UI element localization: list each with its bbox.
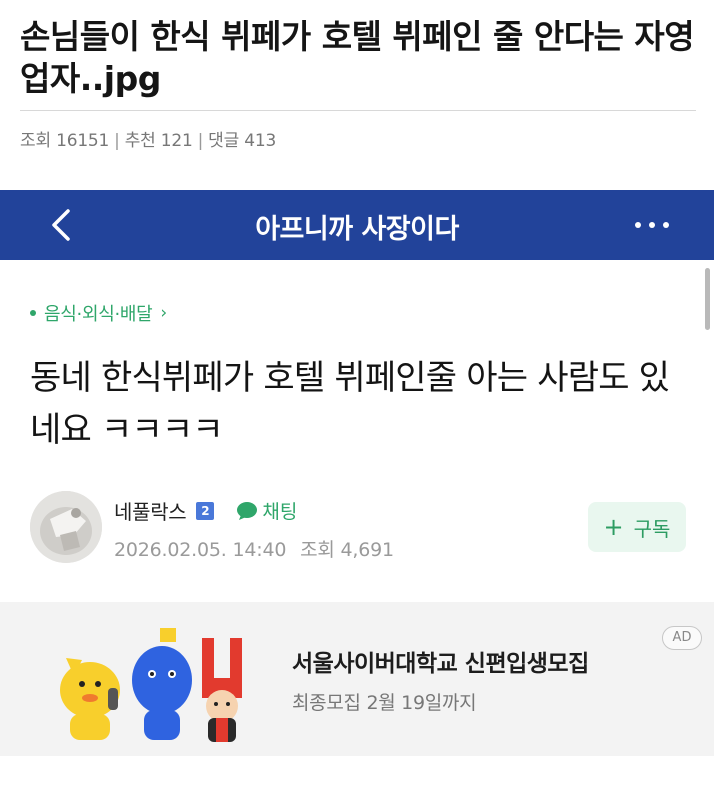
content-continuation [0,756,714,801]
ad-subtitle: 최종모집 2월 19일까지 [292,692,477,714]
post-date: 2026.02.05. 14:40 [114,539,287,561]
avatar[interactable] [30,491,102,563]
post-title: 손님들이 한식 뷔페가 호텔 뷔페인 줄 안다는 자영업자..jpg [20,17,695,98]
article-view-count: 조회 4,691 [300,539,394,561]
ad-badge: AD [662,626,702,650]
comment-count[interactable]: 댓글 413 [208,126,276,151]
author-name[interactable]: 네풀락스 [114,496,187,525]
divider [20,110,696,111]
subscribe-label: 구독 [633,516,671,541]
app-bar: 아프니까 사장이다 [0,190,714,260]
mascot-illustration [60,628,242,742]
article-meta: 2026.02.05. 14:40 조회 4,691 [114,535,402,562]
separator: | [114,131,120,151]
chat-label: 채팅 [262,501,298,523]
category-label: 음식·외식·배달 [44,304,153,325]
level-badge: 2 [196,501,215,520]
app-bar-title: 아프니까 사장이다 [255,214,459,245]
plus-icon: + [603,513,624,541]
separator: | [197,131,204,151]
ad-banner[interactable]: AD 서울사이버대학교 신편입생모집 최종모집 2월 19일까지 [0,602,714,754]
embedded-screenshot: 아프니까 사장이다 음식·외식·배달 › 동네 한식뷔페가 호텔 뷔페인줄 아는… [0,190,714,801]
post-meta: 조회 16151 | 추천 121 | 댓글 413 [20,126,276,151]
article-content: 음식·외식·배달 › 동네 한식뷔페가 호텔 뷔페인줄 아는 사람도 있네요 ㅋ… [0,260,714,602]
scrollbar[interactable] [705,268,710,330]
chat-icon [237,501,258,520]
more-horizontal-icon [635,222,669,228]
category-link[interactable]: 음식·외식·배달 › [30,300,167,326]
recommend-count: 추천 121 [124,131,193,151]
ad-title: 서울사이버대학교 신편입생모집 [292,651,589,677]
chat-button[interactable]: 채팅 [236,497,297,524]
chevron-right-icon: › [160,303,167,323]
post-header: 손님들이 한식 뷔페가 호텔 뷔페인 줄 안다는 자영업자..jpg [20,16,696,100]
more-button[interactable] [632,210,672,240]
avatar-image [30,491,102,563]
bullet-icon [30,310,36,316]
author-row: 네풀락스 2 채팅 [114,496,297,525]
subscribe-button[interactable]: + 구독 [588,502,686,552]
article-title: 동네 한식뷔페가 호텔 뷔페인줄 아는 사람도 있네요 ㅋㅋㅋㅋ [30,358,670,450]
view-count: 조회 16151 [20,131,110,151]
